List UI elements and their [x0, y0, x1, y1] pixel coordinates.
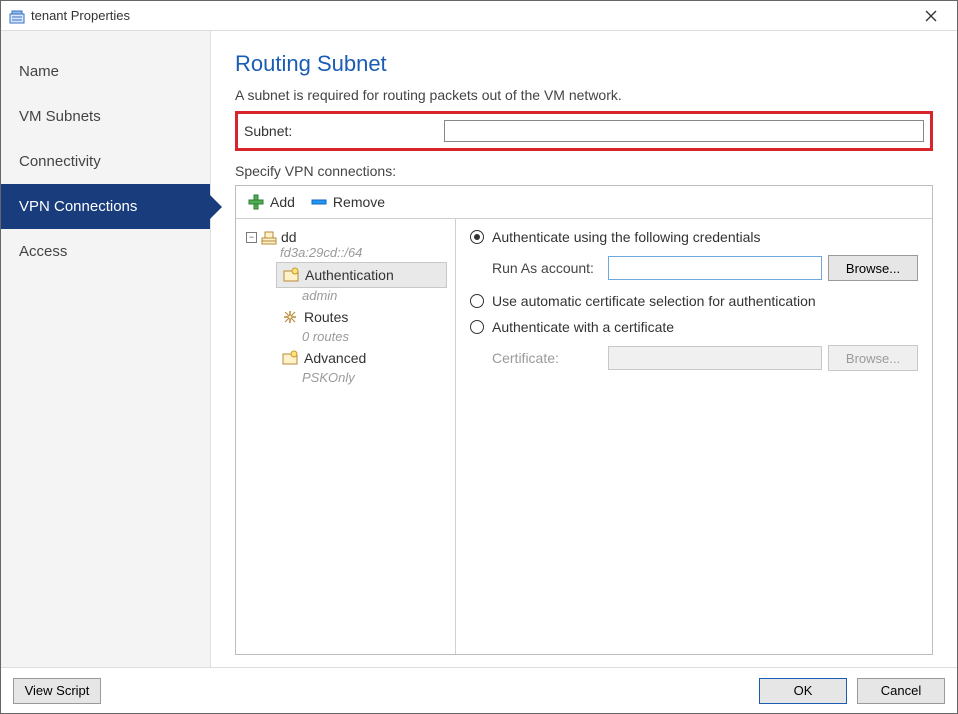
- sidebar-item-name[interactable]: Name: [1, 49, 210, 94]
- radio-credentials[interactable]: [470, 230, 484, 244]
- dialog-window: tenant Properties Name VM Subnets Connec…: [0, 0, 958, 714]
- runas-browse-button[interactable]: Browse...: [828, 255, 918, 281]
- specify-vpn-label: Specify VPN connections:: [235, 163, 933, 179]
- folder-advanced-icon: [282, 350, 298, 366]
- vpn-toolbar: Add Remove: [236, 186, 932, 219]
- cert-input: [608, 346, 822, 370]
- minus-icon: [311, 194, 327, 210]
- tree-child-auth-sub: admin: [276, 288, 447, 303]
- radio-cert-label: Authenticate with a certificate: [492, 319, 674, 335]
- connection-tree: − dd fd3a:29cd::/64: [236, 219, 456, 654]
- tree-child-advanced-label: Advanced: [304, 350, 366, 366]
- app-icon: [9, 8, 25, 24]
- radio-cert-row[interactable]: Authenticate with a certificate: [470, 319, 918, 335]
- tree-child-advanced-row[interactable]: Advanced: [276, 346, 447, 370]
- tree-child-advanced-sub: PSKOnly: [276, 370, 447, 385]
- cancel-button[interactable]: Cancel: [857, 678, 945, 704]
- ok-button[interactable]: OK: [759, 678, 847, 704]
- tree-child-auth-row[interactable]: Authentication: [276, 262, 447, 288]
- tree-root-sub: fd3a:29cd::/64: [246, 245, 447, 260]
- tree-collapse-icon[interactable]: −: [246, 232, 257, 243]
- radio-autocert-label: Use automatic certificate selection for …: [492, 293, 816, 309]
- footer: View Script OK Cancel: [1, 667, 957, 713]
- add-label: Add: [270, 194, 295, 210]
- close-icon: [925, 10, 937, 22]
- footer-right: OK Cancel: [759, 678, 945, 704]
- window-title: tenant Properties: [31, 8, 130, 23]
- titlebar: tenant Properties: [1, 1, 957, 31]
- plus-icon: [248, 194, 264, 210]
- radio-autocert-row[interactable]: Use automatic certificate selection for …: [470, 293, 918, 309]
- sidebar: Name VM Subnets Connectivity VPN Connect…: [1, 31, 211, 667]
- sidebar-item-connectivity[interactable]: Connectivity: [1, 139, 210, 184]
- runas-input[interactable]: [608, 256, 822, 280]
- tree-child-auth-label: Authentication: [305, 267, 394, 283]
- add-button[interactable]: Add: [244, 192, 299, 212]
- folder-auth-icon: [283, 267, 299, 283]
- tree-child-routes: Routes 0 routes: [276, 305, 447, 344]
- page-subtitle: A subnet is required for routing packets…: [235, 87, 933, 103]
- remove-button[interactable]: Remove: [307, 192, 389, 212]
- routes-icon: [282, 309, 298, 325]
- remove-label: Remove: [333, 194, 385, 210]
- tree-root-node: − dd fd3a:29cd::/64: [236, 225, 455, 387]
- subnet-input[interactable]: [444, 120, 924, 142]
- runas-label: Run As account:: [492, 260, 602, 276]
- vpn-connections-panel: Add Remove −: [235, 185, 933, 655]
- tree-child-authentication: Authentication admin: [276, 262, 447, 303]
- dialog-body: Name VM Subnets Connectivity VPN Connect…: [1, 31, 957, 667]
- vpn-content: − dd fd3a:29cd::/64: [236, 219, 932, 654]
- sidebar-item-vpn-connections[interactable]: VPN Connections: [1, 184, 210, 229]
- sidebar-item-vm-subnets[interactable]: VM Subnets: [1, 94, 210, 139]
- main-panel: Routing Subnet A subnet is required for …: [211, 31, 957, 667]
- radio-autocert[interactable]: [470, 294, 484, 308]
- titlebar-left: tenant Properties: [9, 8, 130, 24]
- sidebar-item-access[interactable]: Access: [1, 229, 210, 274]
- radio-cert[interactable]: [470, 320, 484, 334]
- tree-child-advanced: Advanced PSKOnly: [276, 346, 447, 385]
- subnet-row-highlight: Subnet:: [235, 111, 933, 151]
- radio-credentials-row[interactable]: Authenticate using the following credent…: [470, 229, 918, 245]
- page-title: Routing Subnet: [235, 51, 933, 77]
- runas-row: Run As account: Browse...: [492, 255, 918, 281]
- tree-child-routes-sub: 0 routes: [276, 329, 447, 344]
- close-button[interactable]: [911, 2, 951, 30]
- view-script-button[interactable]: View Script: [13, 678, 101, 704]
- tree-child-routes-label: Routes: [304, 309, 348, 325]
- tree-child-routes-row[interactable]: Routes: [276, 305, 447, 329]
- cert-label: Certificate:: [492, 350, 602, 366]
- radio-credentials-label: Authenticate using the following credent…: [492, 229, 761, 245]
- tree-root-row[interactable]: − dd: [246, 229, 447, 245]
- network-icon: [261, 229, 277, 245]
- subnet-label: Subnet:: [244, 123, 444, 139]
- detail-panel: Authenticate using the following credent…: [456, 219, 932, 654]
- cert-browse-button: Browse...: [828, 345, 918, 371]
- tree-root-label: dd: [281, 229, 297, 245]
- cert-row: Certificate: Browse...: [492, 345, 918, 371]
